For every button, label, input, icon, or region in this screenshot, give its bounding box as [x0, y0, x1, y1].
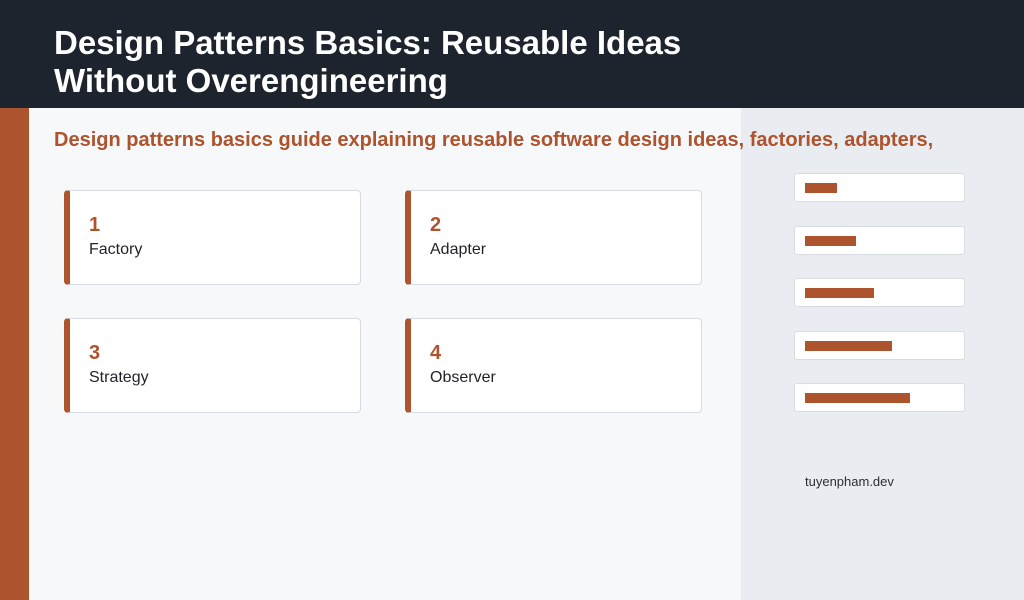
card-label: Adapter	[430, 241, 487, 258]
progress-bar-4	[794, 331, 965, 360]
pattern-card-observer: 4 Observer	[405, 318, 702, 413]
page-subtitle: Design patterns basics guide explaining …	[54, 129, 934, 151]
pattern-card-factory: 1 Factory	[64, 190, 361, 285]
progress-bar-5	[794, 383, 965, 412]
header-bar: Design Patterns Basics: Reusable Ideas W…	[0, 0, 1024, 108]
progress-bar-fill	[805, 236, 856, 246]
card-number: 1	[89, 214, 101, 236]
card-number: 2	[430, 214, 442, 236]
progress-bar-2	[794, 226, 965, 255]
pattern-card-adapter: 2 Adapter	[405, 190, 702, 285]
progress-bar-fill	[805, 393, 910, 403]
card-label: Observer	[430, 369, 496, 386]
site-domain: tuyenpham.dev	[805, 474, 894, 489]
progress-bar-1	[794, 173, 965, 202]
card-number: 4	[430, 342, 442, 364]
progress-bar-3	[794, 278, 965, 307]
left-accent-stripe	[0, 108, 29, 600]
page-title: Design Patterns Basics: Reusable Ideas W…	[54, 24, 682, 99]
card-label: Strategy	[89, 369, 149, 386]
card-number: 3	[89, 342, 101, 364]
card-label: Factory	[89, 241, 143, 258]
progress-bar-fill	[805, 288, 874, 298]
pattern-card-strategy: 3 Strategy	[64, 318, 361, 413]
progress-bar-fill	[805, 341, 892, 351]
progress-bar-fill	[805, 183, 837, 193]
